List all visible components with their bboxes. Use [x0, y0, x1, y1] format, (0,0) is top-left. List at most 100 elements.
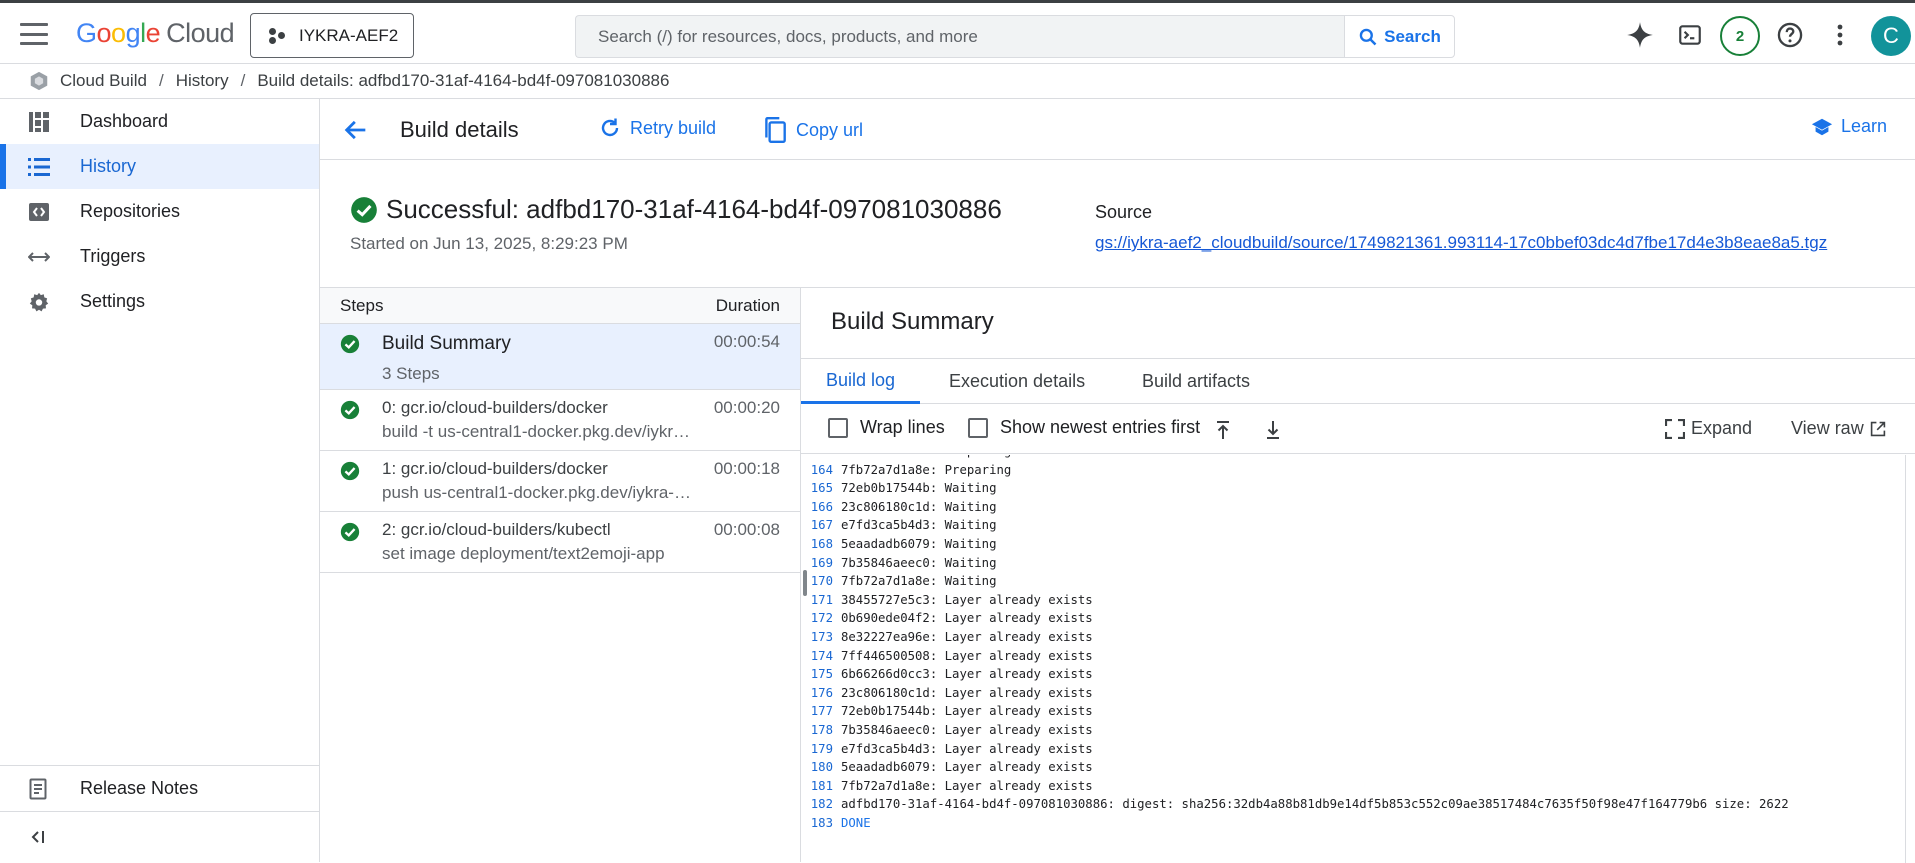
- step-title: 1: gcr.io/cloud-builders/docker: [382, 459, 608, 478]
- breadcrumb: Cloud Build / History / Build details: a…: [0, 64, 1915, 99]
- step-subtitle: push us-central1-docker.pkg.dev/iykra-ae…: [382, 483, 692, 502]
- duration-column-header: Duration: [715, 295, 780, 315]
- view-raw-button[interactable]: View raw: [1791, 418, 1886, 439]
- expand-button[interactable]: Expand: [1665, 418, 1752, 439]
- sidebar-item-settings[interactable]: Settings: [0, 279, 319, 324]
- step-row-1[interactable]: 1: gcr.io/cloud-builders/docker push us-…: [320, 451, 800, 512]
- success-check-icon: [340, 334, 360, 354]
- log-tabs: Build log Execution details Build artifa…: [801, 358, 1915, 404]
- step-subtitle: 3 Steps: [382, 364, 440, 383]
- log-line-text: 23c806180c1d: Layer already exists: [841, 685, 1093, 700]
- log-line-number: 168: [810, 536, 833, 551]
- log-line-text: adfbd170-31af-4164-bd4f-097081030886: di…: [841, 797, 1789, 812]
- scroll-to-top-icon[interactable]: [1211, 418, 1235, 442]
- breadcrumb-history[interactable]: History: [176, 71, 229, 91]
- log-line-number: 170: [810, 574, 833, 589]
- step-row-2[interactable]: 2: gcr.io/cloud-builders/kubectl set ima…: [320, 512, 800, 573]
- expand-label: Expand: [1691, 418, 1753, 438]
- copy-url-label: Copy url: [796, 119, 864, 140]
- log-scrollbar[interactable]: [1905, 455, 1915, 863]
- copy-url-button[interactable]: Copy url: [762, 116, 863, 144]
- log-line: 172 0b690ede04f2: Layer already exists: [801, 609, 1905, 628]
- learn-button[interactable]: Learn: [1811, 116, 1887, 137]
- more-options-icon[interactable]: [1824, 19, 1856, 51]
- log-line-text: 0b690ede04f2: Layer already exists: [841, 611, 1093, 626]
- sidebar-item-repositories[interactable]: Repositories: [0, 189, 319, 234]
- log-line: 175 6b66266d0cc3: Layer already exists: [801, 665, 1905, 684]
- steps-header: Steps Duration: [320, 288, 800, 324]
- log-line-number: 179: [810, 741, 833, 756]
- search-input[interactable]: Search (/) for resources, docs, products…: [575, 15, 1345, 58]
- collapse-sidebar-button[interactable]: [0, 811, 319, 862]
- dashboard-icon: [28, 111, 50, 133]
- log-line: 179 e7fd3ca5b4d3: Layer already exists: [801, 740, 1905, 759]
- log-line-text: 23c806180c1d: Waiting: [841, 499, 997, 514]
- success-check-icon: [351, 196, 377, 223]
- project-icon: [269, 27, 285, 44]
- step-title: 2: gcr.io/cloud-builders/kubectl: [382, 520, 611, 539]
- log-line-number: 178: [810, 722, 833, 737]
- log-line: 181 7fb72a7d1a8e: Layer already exists: [801, 777, 1905, 796]
- log-line-number: 171: [810, 592, 833, 607]
- build-status-text: Successful: adfbd170-31af-4164-bd4f-0970…: [386, 194, 1002, 224]
- step-row-build-summary[interactable]: Build Summary 3 Steps 00:00:54: [320, 324, 800, 390]
- step-subtitle: set image deployment/text2emoji-app: [382, 544, 665, 563]
- sidebar-item-label: History: [80, 156, 137, 176]
- sidebar-item-history[interactable]: History: [0, 144, 319, 189]
- breadcrumb-current: Build details: adfbd170-31af-4164-bd4f-0…: [257, 71, 670, 90]
- cloud-build-icon: [30, 71, 48, 91]
- project-selector-button[interactable]: IYKRA-AEF2: [250, 13, 414, 58]
- newest-first-checkbox[interactable]: Show newest entries first: [968, 417, 1200, 438]
- success-check-icon: [340, 522, 360, 542]
- log-line-text: 7b35846aeec0: Layer already exists: [841, 722, 1093, 737]
- breadcrumb-cloud-build[interactable]: Cloud Build: [60, 71, 147, 91]
- release-notes-label: Release Notes: [80, 778, 199, 798]
- tab-build-artifacts[interactable]: Build artifacts: [1142, 359, 1250, 404]
- release-notes-link[interactable]: Release Notes: [0, 766, 319, 811]
- log-line-number: 183: [810, 815, 833, 830]
- success-check-icon: [340, 461, 360, 481]
- newest-first-label: Show newest entries first: [1000, 417, 1201, 437]
- log-line: 170 7fb72a7d1a8e: Waiting: [801, 572, 1905, 591]
- log-line: 183 DONE: [801, 814, 1905, 833]
- tab-build-log[interactable]: Build log: [801, 359, 921, 404]
- retry-build-button[interactable]: Retry build: [598, 116, 716, 140]
- scroll-to-bottom-icon[interactable]: [1261, 418, 1285, 442]
- help-icon[interactable]: [1774, 19, 1806, 51]
- log-line: 169 7b35846aeec0: Waiting: [801, 554, 1905, 573]
- sidebar-item-label: Repositories: [80, 201, 181, 221]
- collapse-icon: [31, 831, 44, 843]
- step-title: 0: gcr.io/cloud-builders/docker: [382, 398, 608, 417]
- log-line-number: 174: [810, 648, 833, 663]
- log-line: 166 23c806180c1d: Waiting: [801, 498, 1905, 517]
- search-button[interactable]: Search: [1344, 15, 1455, 58]
- search-placeholder: Search (/) for resources, docs, products…: [598, 26, 978, 46]
- log-line-number: 181: [810, 778, 833, 793]
- account-avatar[interactable]: C: [1871, 16, 1911, 56]
- google-cloud-logo[interactable]: Google Cloud: [76, 18, 235, 49]
- build-start-time: Started on Jun 13, 2025, 8:29:23 PM: [350, 234, 628, 253]
- wrap-lines-checkbox[interactable]: Wrap lines: [828, 417, 945, 438]
- step-row-0[interactable]: 0: gcr.io/cloud-builders/docker build -t…: [320, 390, 800, 451]
- log-line: 174 7ff446500508: Layer already exists: [801, 647, 1905, 666]
- steps-panel: Steps Duration Build Summary 3 Steps 00:…: [320, 287, 801, 862]
- log-line: 178 7b35846aeec0: Layer already exists: [801, 721, 1905, 740]
- log-line-number: 180: [810, 760, 833, 775]
- main-menu-icon[interactable]: [20, 23, 48, 45]
- sidebar-item-dashboard[interactable]: Dashboard: [0, 99, 319, 144]
- source-link[interactable]: gs://iykra-aef2_cloudbuild/source/174982…: [1095, 233, 1827, 253]
- log-line-number: 172: [810, 611, 833, 626]
- build-log-viewer[interactable]: 1637b35846aeec0: Preparing1647fb72a7d1a8…: [801, 455, 1905, 863]
- cloud-shell-icon[interactable]: [1674, 19, 1706, 51]
- log-line-number: 175: [810, 667, 833, 682]
- sidebar-item-triggers[interactable]: Triggers: [0, 234, 319, 279]
- repository-icon: [28, 201, 50, 223]
- tab-execution-details[interactable]: Execution details: [949, 359, 1085, 404]
- checkbox-box: [968, 417, 988, 438]
- gemini-sparkle-icon[interactable]: [1624, 19, 1656, 51]
- back-arrow-icon[interactable]: [342, 116, 370, 144]
- top-bar: Google Cloud IYKRA-AEF2 Search (/) for re…: [0, 0, 1915, 64]
- log-line: 173 8e32227ea96e: Layer already exists: [801, 628, 1905, 647]
- step-duration: 00:00:18: [713, 459, 780, 478]
- notifications-badge[interactable]: 2: [1720, 16, 1760, 56]
